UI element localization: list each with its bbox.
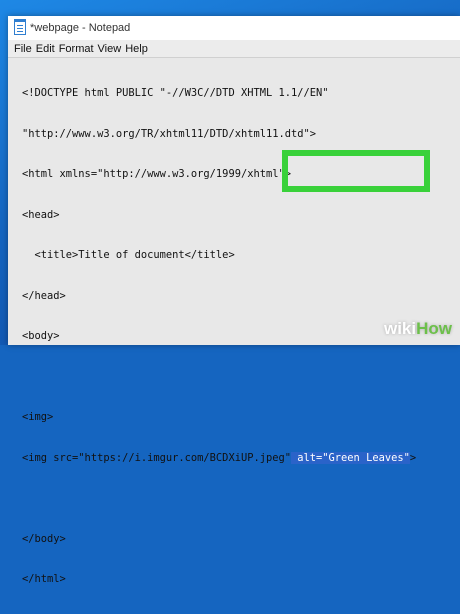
img-tag-close: > bbox=[409, 451, 417, 464]
code-line: <title>Title of document</title> bbox=[22, 249, 235, 261]
img-tag-line: <img src="https://i.imgur.com/BCDXiUP.jp… bbox=[22, 451, 460, 466]
watermark-how: How bbox=[416, 319, 452, 338]
menu-edit[interactable]: Edit bbox=[36, 43, 55, 55]
code-line: </html> bbox=[22, 573, 66, 585]
menu-bar: File Edit Format View Help bbox=[8, 40, 460, 58]
code-line: </body> bbox=[22, 532, 66, 545]
menu-view[interactable]: View bbox=[98, 43, 122, 55]
code-line: </head> bbox=[22, 289, 66, 302]
notepad-icon bbox=[14, 19, 26, 35]
menu-file[interactable]: File bbox=[14, 43, 32, 55]
code-line: <img> bbox=[22, 411, 54, 423]
selected-alt-text[interactable]: alt="Green Leaves" bbox=[291, 451, 410, 464]
code-line: <head> bbox=[22, 208, 60, 221]
title-bar[interactable]: *webpage - Notepad bbox=[8, 16, 460, 40]
wikihow-watermark: wikiHow bbox=[384, 319, 452, 339]
watermark-wiki: wiki bbox=[383, 319, 417, 338]
window-title: *webpage - Notepad bbox=[30, 22, 131, 34]
img-tag-text: <img src="https://i.imgur.com/BCDXiUP.jp… bbox=[22, 451, 291, 464]
menu-help[interactable]: Help bbox=[125, 43, 148, 55]
code-line: <!DOCTYPE html PUBLIC "-//W3C//DTD XHTML… bbox=[22, 87, 329, 99]
menu-format[interactable]: Format bbox=[59, 43, 94, 55]
text-editor[interactable]: <!DOCTYPE html PUBLIC "-//W3C//DTD XHTML… bbox=[8, 58, 460, 585]
highlight-box bbox=[282, 150, 430, 192]
code-line: "http://www.w3.org/TR/xhtml11/DTD/xhtml1… bbox=[22, 127, 317, 140]
